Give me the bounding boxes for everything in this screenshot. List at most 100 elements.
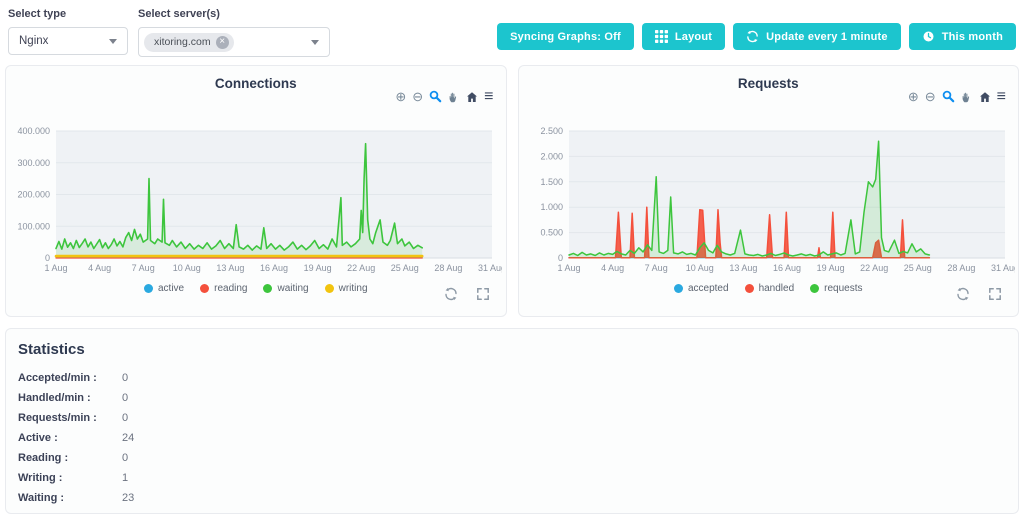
svg-text:7 Aug: 7 Aug <box>644 263 667 273</box>
legend-item-handled[interactable]: handled <box>745 283 795 294</box>
svg-text:1.500: 1.500 <box>540 177 563 187</box>
type-filter-label: Select type <box>8 8 128 20</box>
legend-dot-icon <box>325 284 334 293</box>
zoom-in-icon[interactable]: ⊕ <box>395 90 406 103</box>
svg-text:16 Aug: 16 Aug <box>260 263 288 273</box>
svg-text:2.500: 2.500 <box>540 126 563 136</box>
stat-row: Accepted/min :0 <box>18 368 1006 388</box>
svg-text:13 Aug: 13 Aug <box>216 263 244 273</box>
sync-icon <box>746 30 759 43</box>
server-filter: Select server(s) xitoring.com × <box>138 6 330 57</box>
period-button[interactable]: This month <box>909 23 1016 50</box>
layout-label: Layout <box>675 31 712 43</box>
legend-dot-icon <box>745 284 754 293</box>
legend-label: writing <box>339 283 368 294</box>
pan-icon[interactable] <box>961 91 973 103</box>
chart-modebar: ⊕ ⊖ ≡ <box>395 90 493 103</box>
legend-dot-icon <box>674 284 683 293</box>
connections-card: Connections ⊕ ⊖ ≡ 0100.000200.000300.000… <box>5 65 507 317</box>
stat-value: 0 <box>122 412 128 424</box>
type-select-value: Nginx <box>19 35 48 47</box>
svg-text:25 Aug: 25 Aug <box>903 263 931 273</box>
selection-zoom-icon[interactable] <box>429 90 442 103</box>
home-icon[interactable] <box>466 91 478 103</box>
svg-text:22 Aug: 22 Aug <box>860 263 888 273</box>
chevron-down-icon <box>311 40 319 45</box>
type-select[interactable]: Nginx <box>8 27 128 55</box>
requests-plot-area[interactable]: 00.5001.0001.5002.0002.5001 Aug4 Aug7 Au… <box>523 125 1015 275</box>
connections-chart[interactable]: 0100.000200.000300.000400.0001 Aug4 Aug7… <box>10 125 506 275</box>
chart-legend: accepted handled requests <box>519 283 1019 294</box>
update-interval-label: Update every 1 minute <box>766 31 888 43</box>
statistics-card: Statistics Accepted/min :0Handled/min :0… <box>5 328 1019 514</box>
svg-text:28 Aug: 28 Aug <box>434 263 462 273</box>
type-filter: Select type Nginx <box>8 6 128 55</box>
menu-icon[interactable]: ≡ <box>484 90 493 103</box>
server-select[interactable]: xitoring.com × <box>138 27 330 57</box>
zoom-out-icon[interactable]: ⊖ <box>412 90 423 103</box>
legend-item-waiting[interactable]: waiting <box>263 283 308 294</box>
svg-text:10 Aug: 10 Aug <box>685 263 713 273</box>
legend-item-active[interactable]: active <box>144 283 184 294</box>
stat-value: 0 <box>122 392 128 404</box>
svg-text:0: 0 <box>557 253 562 263</box>
legend-label: reading <box>214 283 247 294</box>
legend-dot-icon <box>263 284 272 293</box>
svg-text:31 Aug: 31 Aug <box>990 263 1014 273</box>
legend-item-accepted[interactable]: accepted <box>674 283 729 294</box>
header-actions: Syncing Graphs: Off Layout Update every … <box>497 6 1018 50</box>
svg-text:400.000: 400.000 <box>17 126 50 136</box>
chart-card-footer <box>444 287 490 306</box>
svg-text:1.000: 1.000 <box>540 202 563 212</box>
statistics-rows: Accepted/min :0Handled/min :0Requests/mi… <box>18 368 1006 508</box>
legend-label: requests <box>824 283 862 294</box>
legend-item-requests[interactable]: requests <box>810 283 862 294</box>
stat-row: Active :24 <box>18 428 1006 448</box>
svg-text:31 Aug: 31 Aug <box>478 263 502 273</box>
chart-title: Connections <box>6 76 506 91</box>
stat-value: 0 <box>122 452 128 464</box>
legend-dot-icon <box>810 284 819 293</box>
remove-server-icon[interactable]: × <box>216 36 229 49</box>
requests-chart[interactable]: 00.5001.0001.5002.0002.5001 Aug4 Aug7 Au… <box>523 125 1019 275</box>
legend-dot-icon <box>144 284 153 293</box>
selection-zoom-icon[interactable] <box>942 90 955 103</box>
stat-label: Requests/min : <box>18 412 122 424</box>
legend-label: handled <box>759 283 795 294</box>
svg-text:300.000: 300.000 <box>17 158 50 168</box>
zoom-out-icon[interactable]: ⊖ <box>925 90 936 103</box>
zoom-in-icon[interactable]: ⊕ <box>908 90 919 103</box>
svg-text:25 Aug: 25 Aug <box>391 263 419 273</box>
svg-text:16 Aug: 16 Aug <box>772 263 800 273</box>
syncing-graphs-button[interactable]: Syncing Graphs: Off <box>497 23 634 50</box>
refresh-chart-icon[interactable] <box>444 287 458 306</box>
pan-icon[interactable] <box>448 91 460 103</box>
menu-icon[interactable]: ≡ <box>997 90 1006 103</box>
layout-button[interactable]: Layout <box>642 23 725 50</box>
syncing-graphs-label: Syncing Graphs: Off <box>510 31 621 43</box>
server-filter-label: Select server(s) <box>138 8 330 20</box>
stat-row: Writing :1 <box>18 468 1006 488</box>
chevron-down-icon <box>109 39 117 44</box>
expand-chart-icon[interactable] <box>476 287 490 306</box>
svg-text:2.000: 2.000 <box>540 151 563 161</box>
update-interval-button[interactable]: Update every 1 minute <box>733 23 901 50</box>
stat-value: 24 <box>122 432 134 444</box>
refresh-chart-icon[interactable] <box>956 287 970 306</box>
svg-text:10 Aug: 10 Aug <box>173 263 201 273</box>
svg-text:0.500: 0.500 <box>540 228 563 238</box>
home-icon[interactable] <box>979 91 991 103</box>
legend-item-reading[interactable]: reading <box>200 283 247 294</box>
legend-item-writing[interactable]: writing <box>325 283 368 294</box>
server-tag-label: xitoring.com <box>154 36 211 48</box>
connections-plot-area[interactable]: 0100.000200.000300.000400.0001 Aug4 Aug7… <box>10 125 502 275</box>
filters-bar: Select type Nginx Select server(s) xitor… <box>0 0 1024 58</box>
svg-text:19 Aug: 19 Aug <box>816 263 844 273</box>
stat-label: Accepted/min : <box>18 372 122 384</box>
expand-chart-icon[interactable] <box>988 287 1002 306</box>
chart-legend: active reading waiting writing <box>6 283 506 294</box>
stat-label: Active : <box>18 432 122 444</box>
legend-label: waiting <box>277 283 308 294</box>
svg-text:13 Aug: 13 Aug <box>729 263 757 273</box>
svg-text:0: 0 <box>45 253 50 263</box>
